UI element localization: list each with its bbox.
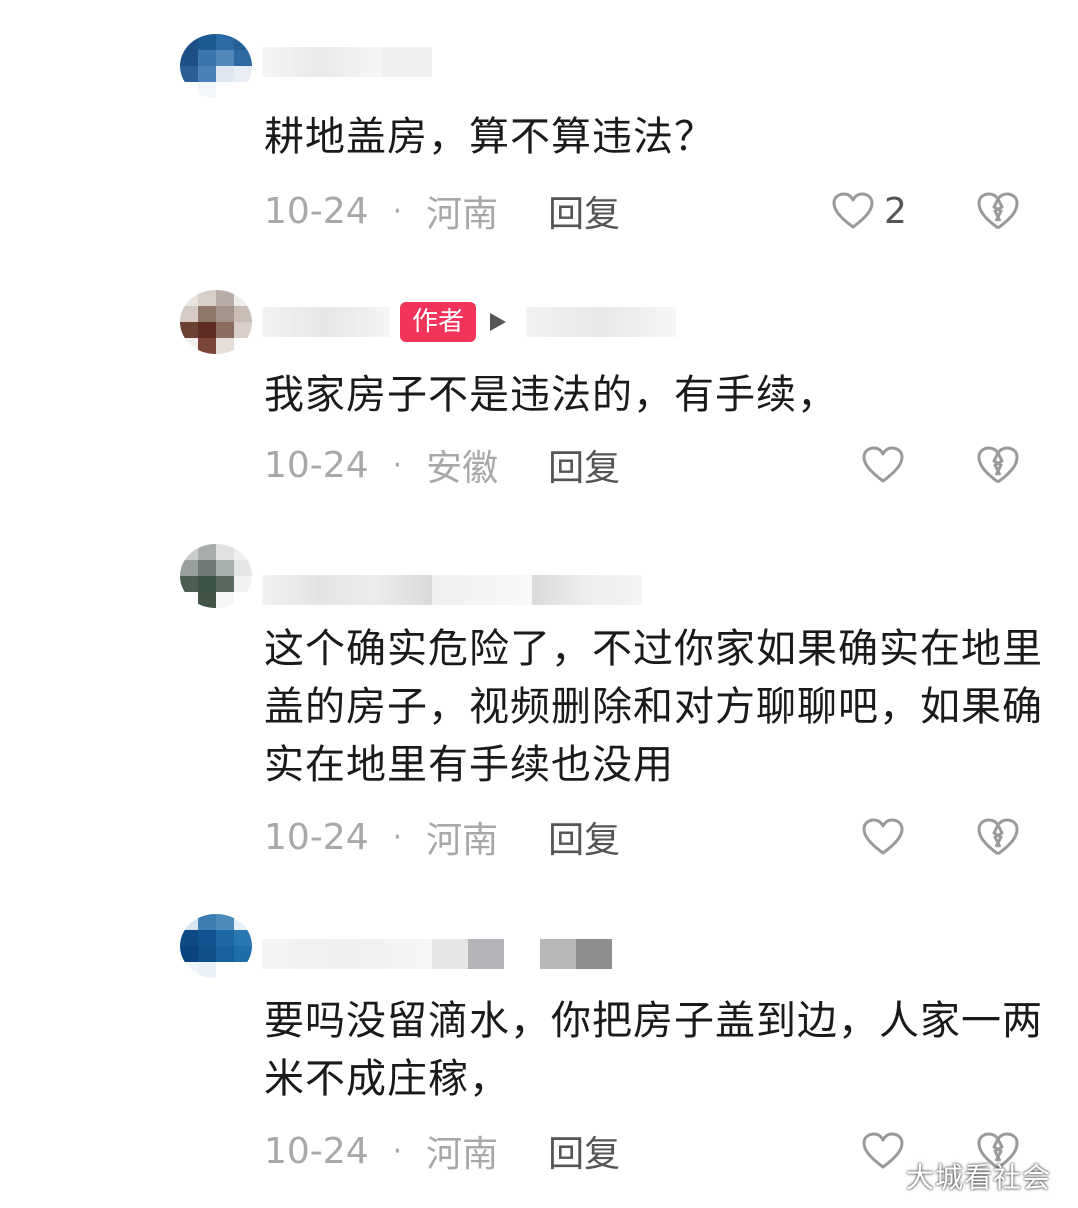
dislike-button[interactable] <box>976 812 1020 862</box>
comment-location: 河南 <box>426 820 499 861</box>
reply-arrow-icon <box>490 313 507 331</box>
comment-text: 耕地盖房，算不算违法？ <box>264 114 715 160</box>
comment-date: 10-24 <box>264 444 369 486</box>
avatar[interactable] <box>180 914 252 978</box>
comment-location: 河南 <box>426 194 499 235</box>
comment-text: 要吗没留滴水，你把房子盖到边，人家一两米不成庄稼， <box>264 998 1043 1102</box>
dislike-button[interactable] <box>976 186 1020 236</box>
comment-location: 安徽 <box>426 448 499 489</box>
broken-heart-icon <box>977 818 1019 856</box>
username-blurred[interactable] <box>262 307 390 337</box>
comment-meta: 10-24 · 河南 回复 <box>264 186 620 236</box>
comment-meta: 10-24 · 安徽 回复 <box>264 440 620 490</box>
reply-target-blurred[interactable] <box>526 307 677 337</box>
heart-outline-icon <box>862 818 904 855</box>
avatar[interactable] <box>180 290 252 354</box>
reply-target-blurred[interactable] <box>532 575 642 605</box>
meta-separator: · <box>392 193 403 229</box>
dislike-button[interactable] <box>976 440 1020 490</box>
like-button[interactable] <box>862 440 914 490</box>
comment-date: 10-24 <box>264 816 369 858</box>
username-blurred[interactable] <box>262 575 432 605</box>
comment-meta: 10-24 · 河南 回复 <box>264 1126 620 1176</box>
username-row <box>262 570 642 610</box>
reply-button[interactable]: 回复 <box>548 185 620 237</box>
broken-heart-icon <box>977 192 1019 230</box>
username-blurred[interactable] <box>262 934 612 974</box>
like-button[interactable] <box>862 812 914 862</box>
comment-date: 10-24 <box>264 1130 369 1172</box>
broken-heart-icon <box>977 446 1019 484</box>
author-badge: 作者 <box>400 302 477 342</box>
comment-meta: 10-24 · 河南 回复 <box>264 812 620 862</box>
watermark-text: 大城看社会 <box>906 1161 1052 1194</box>
like-count: 2 <box>884 190 907 232</box>
like-button[interactable]: 2 <box>832 186 907 236</box>
reply-button[interactable]: 回复 <box>548 439 620 491</box>
username-blurred[interactable] <box>262 42 432 82</box>
avatar[interactable] <box>180 544 252 608</box>
meta-separator: · <box>392 819 403 855</box>
username-row: 作者 <box>262 302 677 342</box>
reply-button[interactable]: 回复 <box>548 811 620 863</box>
comment-text: 我家房子不是违法的，有手续， <box>264 372 838 418</box>
reply-button[interactable]: 回复 <box>548 1125 620 1177</box>
avatar[interactable] <box>180 34 252 98</box>
comment-date: 10-24 <box>264 190 369 232</box>
heart-outline-icon <box>862 446 904 483</box>
heart-outline-icon <box>832 192 874 229</box>
meta-separator: · <box>392 1133 403 1169</box>
heart-outline-icon <box>862 1132 904 1169</box>
comment-text: 这个确实危险了，不过你家如果确实在地里盖的房子，视频删除和对方聊聊吧，如果确实在… <box>264 626 1043 788</box>
meta-separator: · <box>392 447 403 483</box>
comment-location: 河南 <box>426 1134 499 1175</box>
